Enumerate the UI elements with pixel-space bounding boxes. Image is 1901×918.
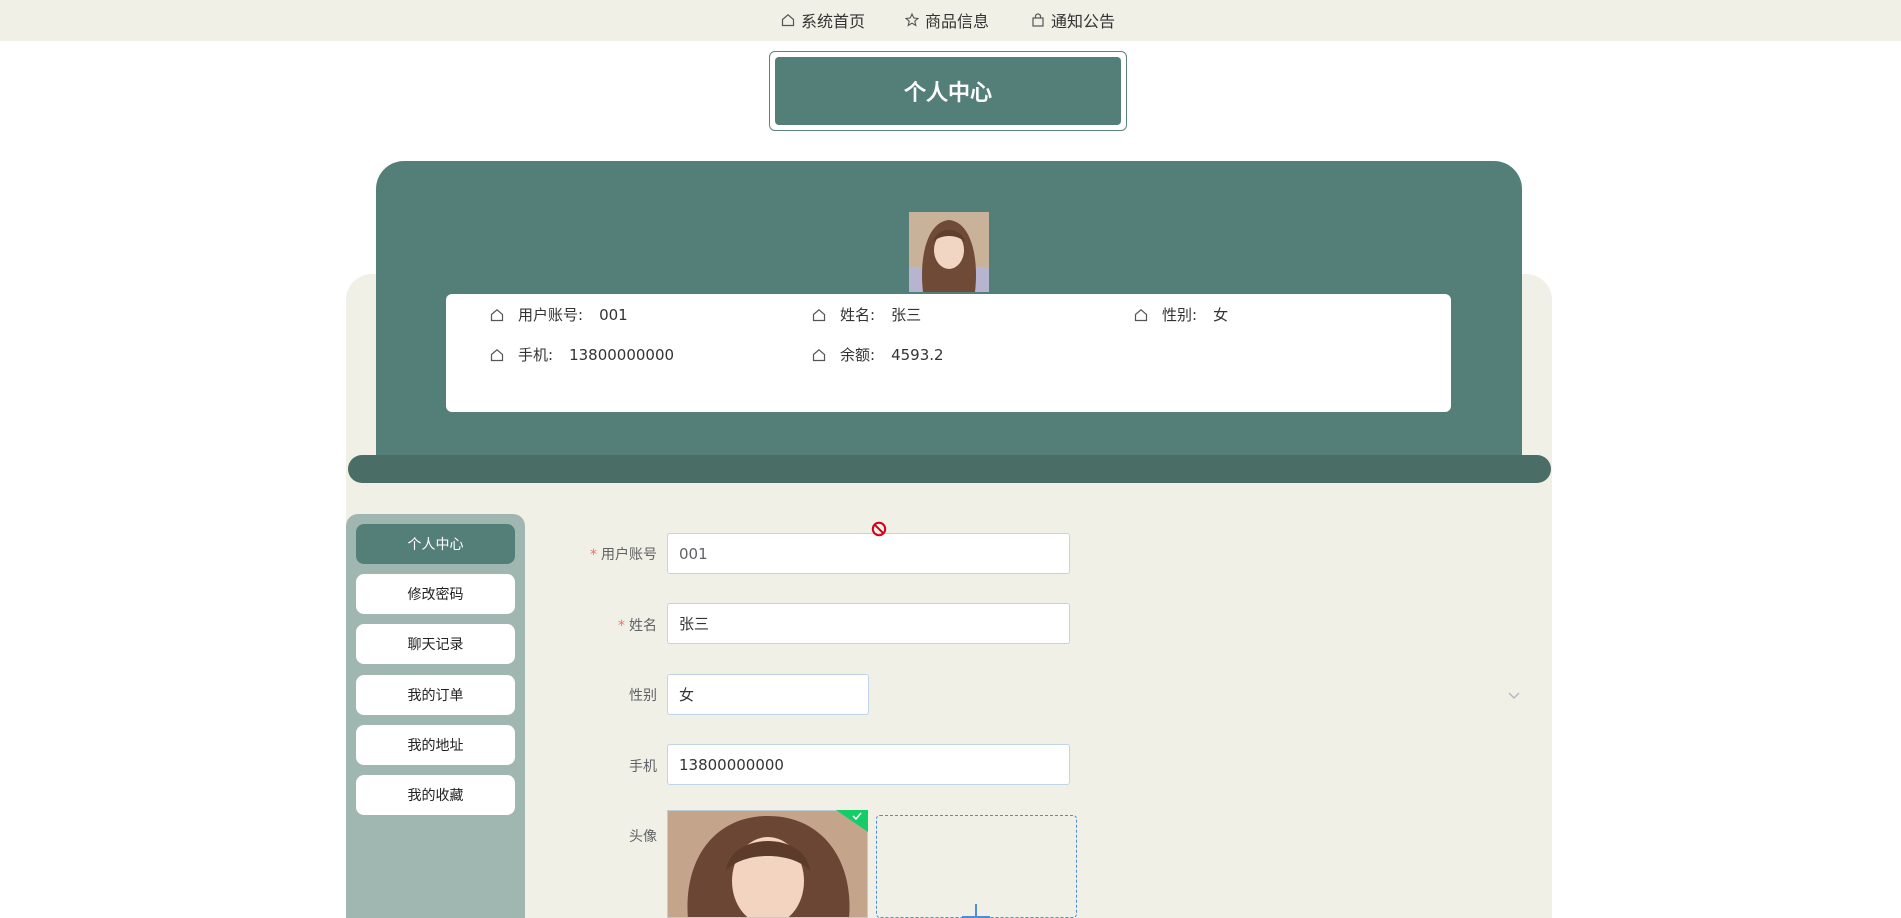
- side-menu: 个人中心 修改密码 聊天记录 我的订单 我的地址 我的收藏: [346, 514, 525, 918]
- home-icon: [490, 348, 504, 361]
- account-label: * 用户账号: [590, 547, 657, 563]
- info-phone: 手机: 13800000000: [490, 344, 674, 365]
- gender-label: 性别: [629, 688, 657, 704]
- home-icon: [812, 308, 826, 321]
- nav-item-label: 系统首页: [801, 12, 866, 31]
- profile-info-card: 用户账号: 001 姓名: 张三 性别: 女 手机: 13800000000 余…: [446, 294, 1451, 412]
- profile-header-base: [348, 455, 1551, 483]
- info-label: 余额:: [840, 346, 876, 364]
- info-value: 4593.2: [891, 345, 944, 364]
- page-title: 个人中心: [775, 57, 1121, 125]
- plus-icon: [962, 904, 990, 918]
- info-name: 姓名: 张三: [812, 304, 921, 325]
- account-field[interactable]: 001: [667, 533, 1070, 574]
- info-label: 姓名:: [840, 306, 876, 324]
- info-value: 女: [1213, 306, 1229, 324]
- info-value: 001: [599, 305, 628, 324]
- name-label: * 姓名: [618, 618, 657, 634]
- info-value: 13800000000: [569, 345, 675, 364]
- menu-item-addresses[interactable]: 我的地址: [356, 725, 515, 765]
- info-gender: 性别: 女: [1134, 304, 1228, 325]
- phone-field[interactable]: 13800000000: [667, 744, 1070, 785]
- phone-label: 手机: [629, 759, 657, 775]
- required-mark: *: [618, 618, 625, 634]
- top-nav: 系统首页 商品信息 通知公告: [0, 0, 1901, 41]
- nav-item-home[interactable]: 系统首页: [781, 7, 865, 33]
- nav-item-label: 商品信息: [925, 12, 990, 31]
- not-allowed-icon: [871, 521, 887, 537]
- gender-select[interactable]: 女: [667, 674, 869, 715]
- info-balance: 余额: 4593.2: [812, 344, 944, 365]
- info-account: 用户账号: 001: [490, 304, 628, 325]
- chevron-down-icon[interactable]: [1507, 688, 1521, 702]
- avatar: [909, 212, 989, 292]
- upload-success-icon: [836, 810, 868, 832]
- menu-item-change-password[interactable]: 修改密码: [356, 574, 515, 614]
- bag-icon: [1032, 13, 1044, 27]
- nav-item-notices[interactable]: 通知公告: [1031, 7, 1115, 33]
- info-label: 性别:: [1162, 306, 1198, 324]
- nav-item-products[interactable]: 商品信息: [905, 7, 989, 33]
- home-icon: [781, 14, 795, 27]
- info-value: 张三: [891, 306, 922, 324]
- info-label: 用户账号:: [518, 306, 584, 324]
- menu-item-profile[interactable]: 个人中心: [356, 524, 515, 564]
- menu-item-orders[interactable]: 我的订单: [356, 675, 515, 715]
- name-field[interactable]: 张三: [667, 603, 1070, 644]
- nav-item-label: 通知公告: [1051, 12, 1116, 31]
- info-label: 手机:: [518, 346, 554, 364]
- avatar-upload-button[interactable]: [876, 815, 1077, 918]
- page-title-frame: 个人中心: [769, 51, 1127, 131]
- home-icon: [490, 308, 504, 321]
- home-icon: [1134, 308, 1148, 321]
- avatar-label: 头像: [629, 829, 657, 845]
- menu-item-favorites[interactable]: 我的收藏: [356, 775, 515, 815]
- star-icon: [905, 13, 919, 27]
- menu-item-chat-history[interactable]: 聊天记录: [356, 624, 515, 664]
- home-icon: [812, 348, 826, 361]
- required-mark: *: [590, 547, 597, 563]
